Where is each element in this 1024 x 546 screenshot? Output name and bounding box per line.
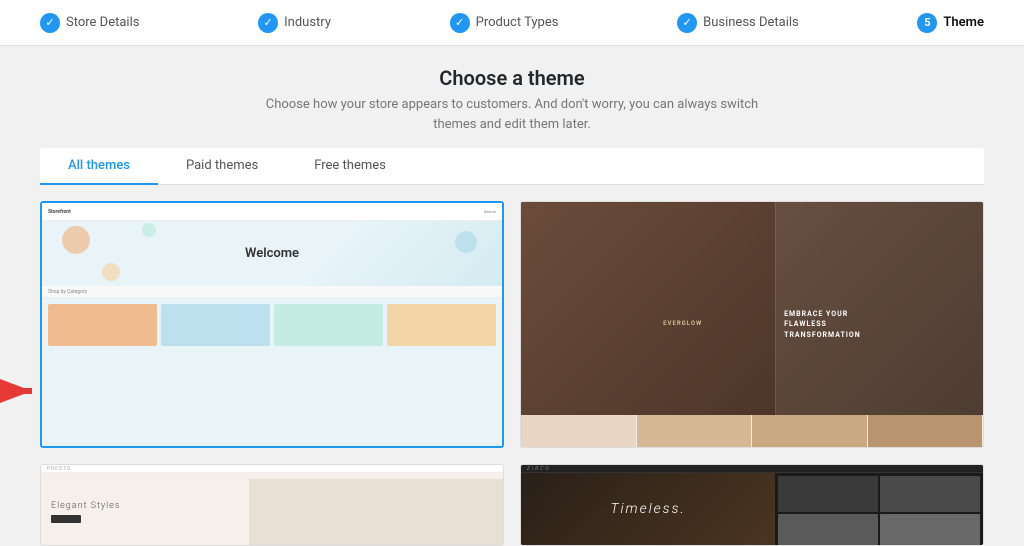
elegant-image-area (249, 479, 503, 545)
step-label: Theme (943, 15, 984, 30)
step-number: 5 (917, 13, 937, 33)
timeless-preview: ZIRCO Timeless. (521, 465, 983, 545)
tab-free-themes[interactable]: Free themes (286, 148, 414, 185)
elegant-preview: PRESTO Elegant Styles (41, 465, 503, 545)
everglow-products (521, 415, 983, 447)
elegant-text-area: Elegant Styles (51, 501, 120, 523)
theme-card-elegant: PRESTO Elegant Styles (40, 464, 504, 546)
theme-card-storefront: Storefront Search Welcome Shop by Catego… (40, 201, 504, 448)
sf-hero: Welcome (42, 221, 502, 286)
theme-grid: Storefront Search Welcome Shop by Catego… (40, 201, 984, 546)
timeless-product2 (880, 476, 980, 512)
elegant-heading: Elegant Styles (51, 501, 120, 511)
tab-all-themes[interactable]: All themes (40, 148, 158, 185)
timeless-row2 (778, 514, 980, 545)
step-check-icon: ✓ (258, 13, 278, 33)
everglow-hero-text: EVERGLOW (663, 319, 702, 331)
elegant-cta (51, 515, 81, 523)
timeless-product4 (880, 514, 980, 545)
stepper: ✓ Store Details ✓ Industry ✓ Product Typ… (0, 0, 1024, 46)
step-label: Industry (284, 15, 331, 30)
theme-tabs: All themes Paid themes Free themes (40, 148, 984, 185)
step-label: Store Details (66, 15, 139, 30)
step-product-types[interactable]: ✓ Product Types (450, 13, 559, 33)
step-industry[interactable]: ✓ Industry (258, 13, 331, 33)
storefront-preview: Storefront Search Welcome Shop by Catego… (42, 203, 502, 446)
sf-categories: Shop by Category (42, 286, 502, 298)
tab-paid-themes[interactable]: Paid themes (158, 148, 286, 185)
timeless-product3 (778, 514, 878, 545)
red-arrow-annotation (0, 371, 40, 411)
timeless-row1 (778, 476, 980, 512)
step-check-icon: ✓ (450, 13, 470, 33)
timeless-product-grid (775, 473, 983, 545)
timeless-header: ZIRCO (521, 465, 983, 473)
step-business-details[interactable]: ✓ Business Details (677, 13, 799, 33)
elegant-content: Elegant Styles (41, 479, 503, 545)
timeless-product1 (778, 476, 878, 512)
step-theme[interactable]: 5 Theme (917, 13, 984, 33)
step-check-icon: ✓ (677, 13, 697, 33)
step-label: Product Types (476, 15, 559, 30)
theme-card-timeless: ZIRCO Timeless. (520, 464, 984, 546)
storefront-info: Storefront Currently active theme Contin… (42, 446, 502, 448)
elegant-header: PRESTO (41, 465, 503, 473)
timeless-hero: Timeless. (521, 473, 775, 545)
page-title: Choose a theme (40, 66, 984, 90)
step-label: Business Details (703, 15, 799, 30)
timeless-text: Timeless. (610, 501, 685, 517)
everglow-preview: EMBRACE YOURFLAWLESSTRANSFORMATION EVERG… (521, 202, 983, 447)
sf-header: Storefront Search (42, 203, 502, 221)
sf-products-row (42, 298, 502, 352)
page-heading: Choose a theme Choose how your store app… (40, 66, 984, 134)
page-subtitle: Choose how your store appears to custome… (40, 95, 984, 134)
step-store-details[interactable]: ✓ Store Details (40, 13, 139, 33)
theme-card-everglow: EMBRACE YOURFLAWLESSTRANSFORMATION EVERG… (520, 201, 984, 448)
everglow-panel: EMBRACE YOURFLAWLESSTRANSFORMATION (775, 202, 983, 447)
everglow-info: Everglow $79.00 per year Choose Live dem… (521, 447, 983, 448)
step-check-icon: ✓ (40, 13, 60, 33)
main-content: Choose a theme Choose how your store app… (0, 46, 1024, 546)
timeless-main-image: Timeless. (521, 473, 775, 545)
